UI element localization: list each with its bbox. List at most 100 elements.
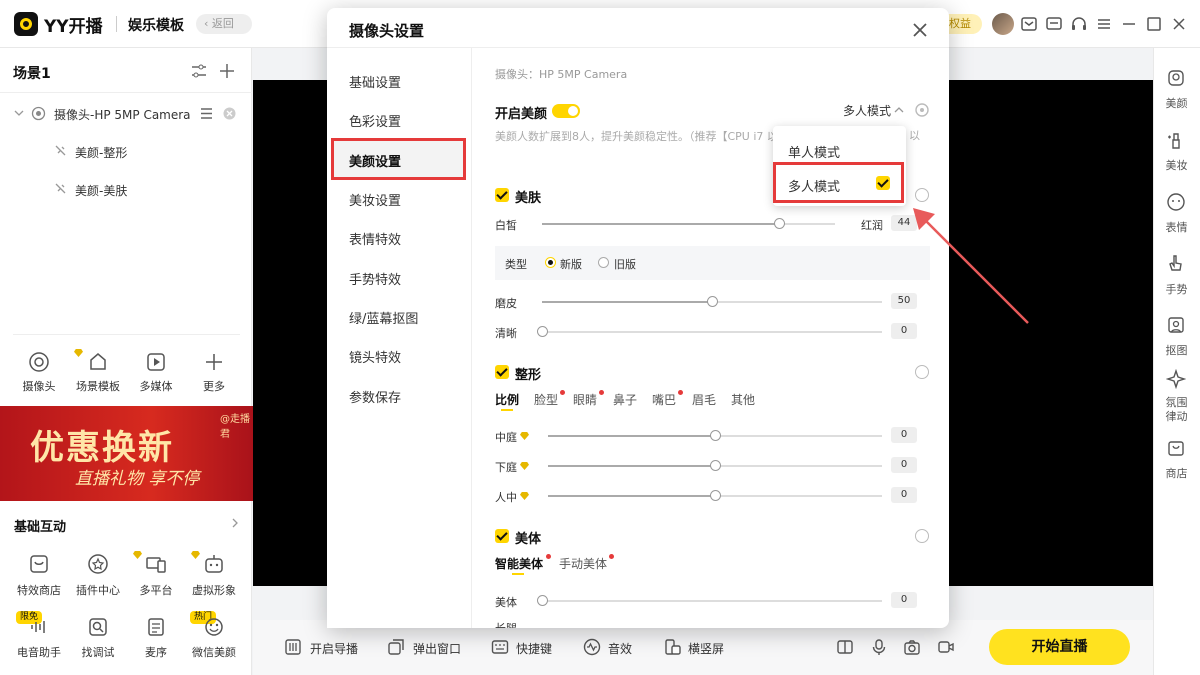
mode-select[interactable]: 多人模式 bbox=[843, 102, 891, 119]
refresh-icon[interactable] bbox=[915, 529, 929, 543]
bottom-item[interactable]: 弹出窗口 bbox=[413, 640, 461, 657]
close-window-icon[interactable] bbox=[1170, 15, 1188, 33]
promo-banner[interactable]: 优惠换新 直播礼物 享不停 @走播君 bbox=[0, 406, 253, 501]
store-icon[interactable] bbox=[1166, 438, 1186, 458]
gesture-icon[interactable] bbox=[1166, 253, 1186, 273]
rail-label[interactable]: 氛围律动 bbox=[1153, 396, 1200, 424]
slider-value[interactable]: 0 bbox=[891, 487, 917, 503]
tab-mouth[interactable]: 嘴巴 bbox=[652, 391, 676, 408]
mic-queue-icon[interactable] bbox=[145, 616, 167, 638]
shape-checkbox[interactable] bbox=[495, 365, 509, 379]
chevron-right-icon[interactable] bbox=[230, 517, 240, 529]
scene-title[interactable]: 场景1 bbox=[13, 63, 51, 83]
slider-value[interactable]: 0 bbox=[891, 457, 917, 473]
shape-slider[interactable] bbox=[548, 460, 882, 471]
slider-knob[interactable] bbox=[710, 460, 721, 471]
headset-icon[interactable] bbox=[1070, 15, 1088, 33]
snapshot-camera-icon[interactable] bbox=[903, 638, 921, 656]
multi-platform-icon[interactable] bbox=[145, 553, 167, 575]
shape-slider[interactable] bbox=[548, 430, 882, 441]
audio-assistant-icon[interactable] bbox=[28, 616, 50, 638]
option-single[interactable]: 单人模式 bbox=[788, 142, 840, 161]
tab-ratio[interactable]: 比例 bbox=[495, 391, 519, 408]
wechat-beauty-icon[interactable] bbox=[203, 616, 225, 638]
child-item[interactable]: 美颜-整形 bbox=[75, 144, 127, 161]
rail-label[interactable]: 美妆 bbox=[1153, 157, 1200, 173]
body-slider[interactable] bbox=[537, 595, 882, 606]
tab-smart-body[interactable]: 智能美体 bbox=[495, 555, 543, 572]
refresh-icon[interactable] bbox=[915, 365, 929, 379]
message-icon[interactable] bbox=[1045, 15, 1063, 33]
chevron-down-icon[interactable] bbox=[14, 108, 24, 118]
menu-item-basic[interactable]: 基础设置 bbox=[349, 72, 401, 91]
interact-label[interactable]: 虚拟形象 bbox=[184, 582, 244, 598]
interact-label[interactable]: 插件中心 bbox=[68, 582, 128, 598]
menu-item-lens[interactable]: 镜头特效 bbox=[349, 347, 401, 366]
sound-effect-icon[interactable] bbox=[583, 638, 601, 656]
rail-label[interactable]: 商店 bbox=[1153, 465, 1200, 481]
adjust-icon[interactable] bbox=[190, 62, 208, 80]
more-plus-icon[interactable] bbox=[203, 351, 225, 373]
tool-label[interactable]: 多媒体 bbox=[126, 378, 186, 394]
slider-knob[interactable] bbox=[537, 326, 548, 337]
rail-label[interactable]: 手势 bbox=[1153, 281, 1200, 297]
tab-face[interactable]: 脸型 bbox=[534, 391, 558, 408]
interact-label[interactable]: 多平台 bbox=[126, 582, 186, 598]
tab-eyes[interactable]: 眼睛 bbox=[573, 391, 597, 408]
option-multi[interactable]: 多人模式 bbox=[788, 176, 840, 195]
minimize-icon[interactable] bbox=[1120, 15, 1138, 33]
back-button[interactable]: ‹ 返回 bbox=[196, 14, 252, 34]
slider-knob[interactable] bbox=[707, 296, 718, 307]
camera-icon[interactable] bbox=[28, 351, 50, 373]
menu-item-makeup[interactable]: 美妆设置 bbox=[349, 190, 401, 209]
rail-label[interactable]: 美颜 bbox=[1153, 95, 1200, 111]
effect-store-icon[interactable] bbox=[28, 553, 50, 575]
slider-value[interactable]: 0 bbox=[891, 427, 917, 443]
tool-label[interactable]: 摄像头 bbox=[9, 378, 69, 394]
ambience-sparkle-icon[interactable] bbox=[1166, 369, 1186, 389]
tab-manual-body[interactable]: 手动美体 bbox=[559, 555, 607, 572]
source-item[interactable]: 摄像头-HP 5MP Camera bbox=[54, 106, 191, 123]
tool-label[interactable]: 更多 bbox=[184, 378, 244, 394]
rail-label[interactable]: 抠图 bbox=[1153, 342, 1200, 358]
gift-box-icon[interactable] bbox=[1020, 15, 1038, 33]
menu-item-save[interactable]: 参数保存 bbox=[349, 387, 401, 406]
remove-icon[interactable] bbox=[223, 107, 236, 120]
menu-item-gesture[interactable]: 手势特效 bbox=[349, 269, 401, 288]
radio-old-label[interactable]: 旧版 bbox=[614, 256, 636, 272]
white-ruddy-slider[interactable] bbox=[542, 218, 835, 229]
slider-knob[interactable] bbox=[537, 595, 548, 606]
virtual-avatar-icon[interactable] bbox=[203, 553, 225, 575]
interact-label[interactable]: 找调试 bbox=[68, 644, 128, 660]
start-live-button[interactable]: 开始直播 bbox=[989, 629, 1130, 665]
interact-label[interactable]: 特效商店 bbox=[9, 582, 69, 598]
makeup-icon[interactable] bbox=[1166, 131, 1186, 151]
close-icon[interactable] bbox=[911, 21, 929, 39]
enable-beauty-toggle[interactable] bbox=[552, 104, 580, 118]
shape-slider[interactable] bbox=[548, 490, 882, 501]
body-checkbox[interactable] bbox=[495, 529, 509, 543]
director-icon[interactable] bbox=[284, 638, 302, 656]
tab-other[interactable]: 其他 bbox=[731, 391, 755, 408]
tab-nose[interactable]: 鼻子 bbox=[613, 391, 637, 408]
keyboard-icon[interactable] bbox=[491, 638, 509, 656]
chevron-up-icon[interactable] bbox=[894, 105, 904, 115]
reset-icon[interactable] bbox=[914, 102, 930, 118]
bottom-item[interactable]: 开启导播 bbox=[310, 640, 358, 657]
tab-brow[interactable]: 眉毛 bbox=[692, 391, 716, 408]
layout-icon[interactable] bbox=[836, 638, 854, 656]
interact-label[interactable]: 麦序 bbox=[126, 644, 186, 660]
rail-label[interactable]: 表情 bbox=[1153, 219, 1200, 235]
microphone-icon[interactable] bbox=[870, 638, 888, 656]
interact-label[interactable]: 电音助手 bbox=[9, 644, 69, 660]
plugin-center-icon[interactable] bbox=[87, 553, 109, 575]
child-item[interactable]: 美颜-美肤 bbox=[75, 182, 127, 199]
menu-item-color[interactable]: 色彩设置 bbox=[349, 111, 401, 130]
bottom-item[interactable]: 音效 bbox=[608, 640, 632, 657]
slider-knob[interactable] bbox=[710, 430, 721, 441]
interact-label[interactable]: 微信美颜 bbox=[184, 644, 244, 660]
popout-window-icon[interactable] bbox=[387, 638, 405, 656]
menu-item-beauty[interactable]: 美颜设置 bbox=[349, 151, 401, 170]
orientation-icon[interactable] bbox=[664, 638, 682, 656]
radio-new[interactable] bbox=[545, 257, 556, 268]
